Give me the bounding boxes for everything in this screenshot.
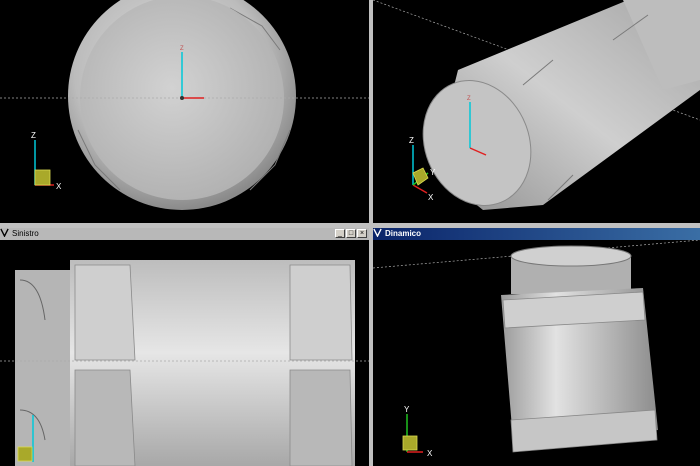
viewport-titlebar[interactable]: Sinistro _ □ × xyxy=(0,228,369,240)
svg-text:Z: Z xyxy=(409,136,414,145)
viewport-title: Dinamico xyxy=(385,229,422,238)
viewport-dinamico[interactable]: Dinamico Y X xyxy=(373,228,700,466)
svg-text:Y: Y xyxy=(404,405,410,414)
viewport-titlebar-active[interactable]: Dinamico xyxy=(373,228,700,240)
close-button[interactable]: × xyxy=(357,229,367,238)
svg-text:Y: Y xyxy=(430,168,436,177)
svg-text:Z: Z xyxy=(467,96,471,102)
svg-text:X: X xyxy=(428,193,434,202)
viewport-sinistro[interactable]: Sinistro _ □ × xyxy=(0,228,369,466)
viewport-title: Sinistro xyxy=(12,229,39,238)
side-view-render xyxy=(0,260,369,466)
perspective-render: Z Z Y X xyxy=(373,0,700,210)
triad-x-label: X xyxy=(56,182,62,191)
viewport-logo-icon xyxy=(373,228,382,237)
dynamic-view-render: Y X xyxy=(373,240,700,458)
viewport-logo-icon xyxy=(0,228,9,237)
viewport-top-left[interactable]: Z Z X xyxy=(0,0,369,223)
viewport-top-right[interactable]: Z Z Y X xyxy=(373,0,700,223)
minimize-button[interactable]: _ xyxy=(335,229,345,238)
maximize-button[interactable]: □ xyxy=(346,229,356,238)
top-view-render: Z Z X xyxy=(0,0,369,210)
triad-z-label: Z xyxy=(31,131,36,140)
triad-x-icon xyxy=(412,184,428,194)
gizmo-z-label: Z xyxy=(180,46,184,52)
svg-text:X: X xyxy=(427,449,433,458)
